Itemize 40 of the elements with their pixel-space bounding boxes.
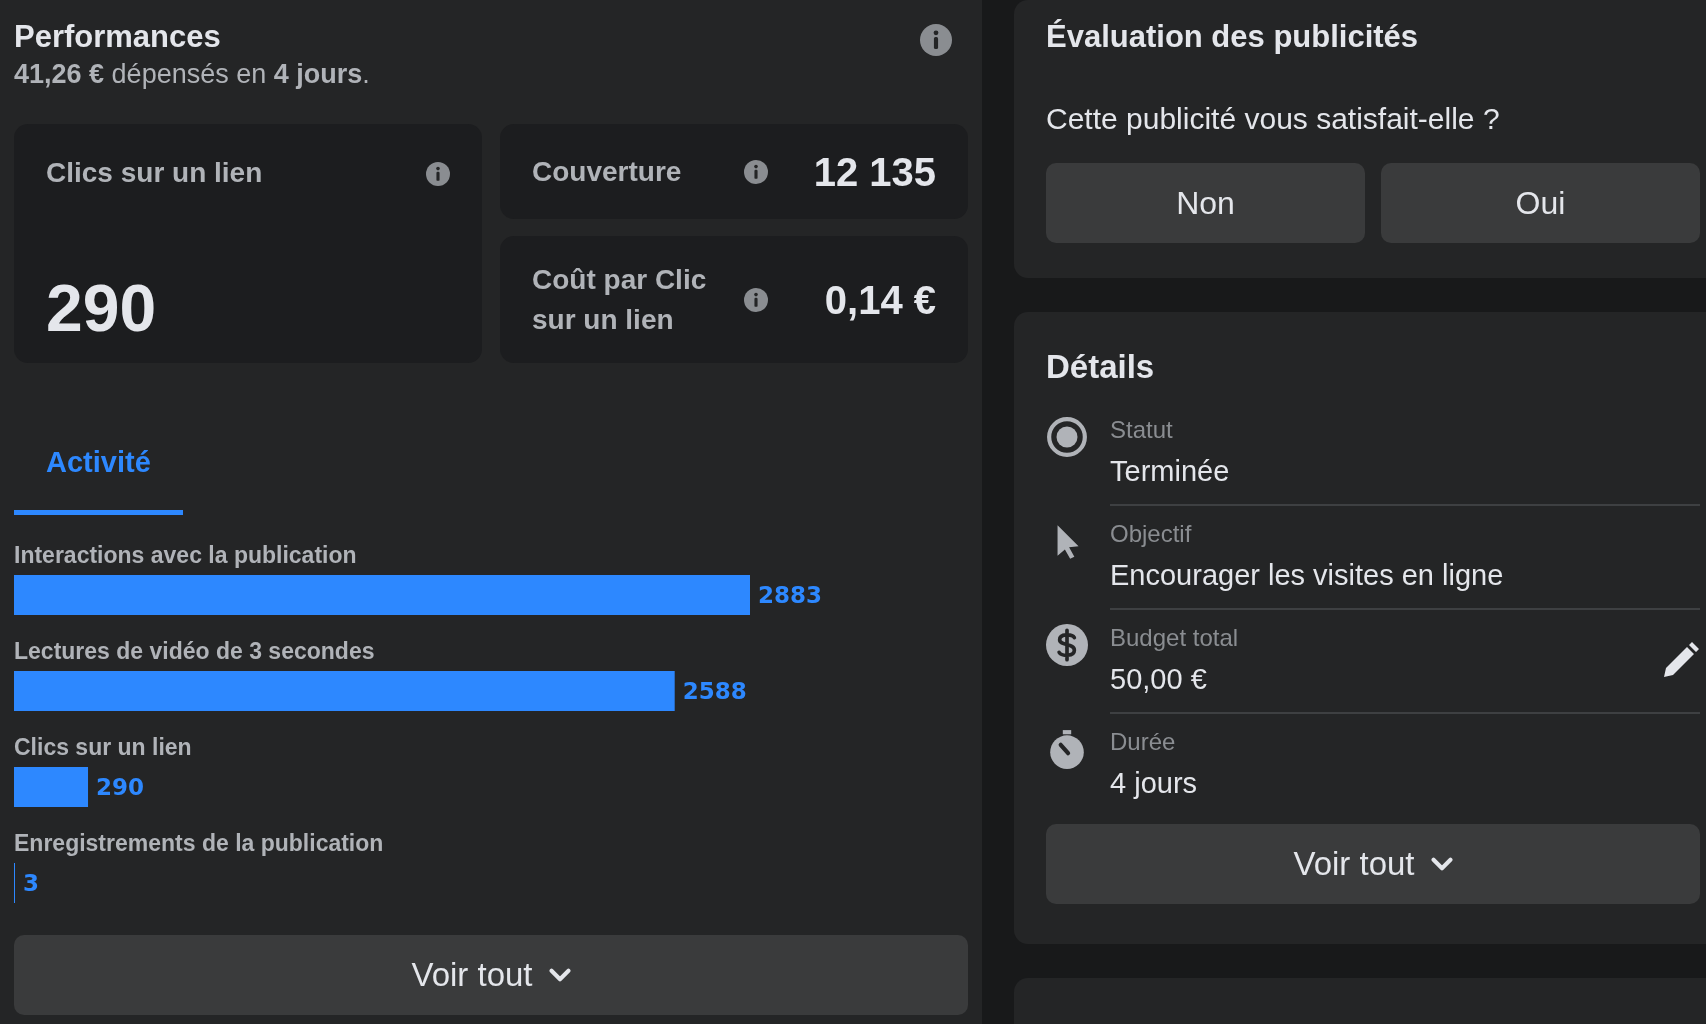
bar-category-label: Interactions avec la publication <box>14 542 357 568</box>
spend-summary: 41,26 € dépensés en 4 jours. <box>14 58 370 91</box>
bar-value-label: 3 <box>23 870 39 896</box>
metric-value: 0,14 € <box>824 276 936 324</box>
rating-question: Cette publicité vous satisfait-elle ? <box>1046 101 1501 137</box>
bar-value-label: 2883 <box>758 582 822 608</box>
info-icon[interactable] <box>744 159 768 184</box>
info-icon[interactable] <box>744 287 768 312</box>
detail-label: Budget total <box>1110 622 1239 653</box>
detail-value: Terminée <box>1110 453 1230 489</box>
see-all-button[interactable]: Voir tout <box>1046 823 1700 904</box>
bar-category-label: Enregistrements de la publication <box>14 830 384 856</box>
rating-button[interactable]: Oui <box>1381 163 1700 243</box>
metric-label: Clics sur un lien <box>46 156 263 190</box>
chevron-down-icon <box>1430 856 1453 871</box>
radio-target-icon <box>1046 415 1088 458</box>
metric-value: 12 135 <box>813 148 936 196</box>
bar-value-label: 2588 <box>682 678 747 704</box>
detail-label: Statut <box>1110 414 1174 445</box>
detail-value: Encourager les visites en ligne <box>1110 557 1504 593</box>
detail-value: 4 jours <box>1110 765 1198 801</box>
detail-label: Durée <box>1110 726 1177 757</box>
dollar-icon <box>1046 623 1088 666</box>
bar-category-label: Clics sur un lien <box>14 734 192 760</box>
bar-category-label: Lectures de vidéo de 3 secondes <box>14 638 375 664</box>
rating-button[interactable]: Non <box>1046 163 1365 243</box>
chevron-down-icon <box>548 968 571 982</box>
section-title: Performances <box>14 18 222 56</box>
detail-label: Objectif <box>1110 518 1193 549</box>
detail-value: 50,00 € <box>1110 661 1208 697</box>
metric-label: Coût par Clic sur un lien <box>532 262 708 337</box>
section-title: Détails <box>1046 347 1156 387</box>
info-icon[interactable] <box>426 162 450 186</box>
metric-value: 290 <box>46 275 158 341</box>
section-title: Évaluation des publicités <box>1046 18 1420 56</box>
metric-label: Couverture <box>532 154 683 189</box>
tab[interactable]: Activité <box>14 415 183 515</box>
see-all-button[interactable]: Voir tout <box>14 935 968 1015</box>
bar-value-label: 290 <box>96 774 145 800</box>
info-icon[interactable] <box>920 24 952 56</box>
